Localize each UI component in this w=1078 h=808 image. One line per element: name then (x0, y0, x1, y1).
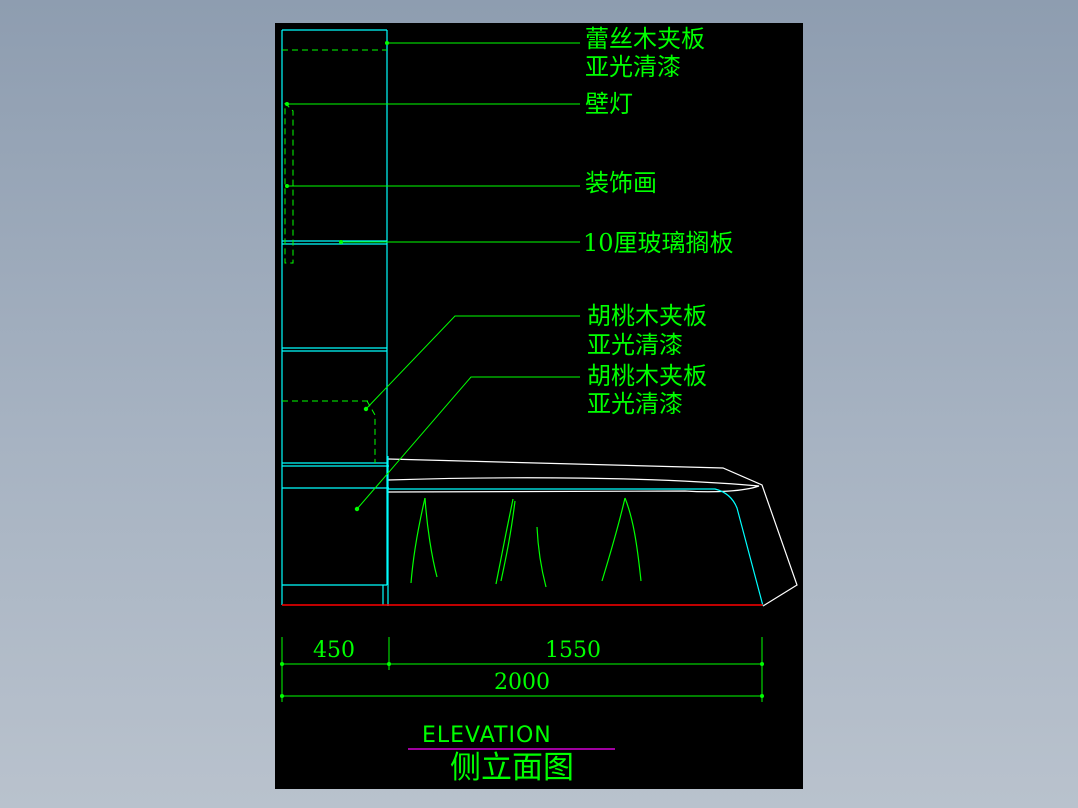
label-lace-wood-1: 蕾丝木夹板 (585, 25, 705, 53)
label-walnut-upper-2: 亚光清漆 (587, 331, 683, 359)
bed-skirt-folds (410, 497, 642, 588)
dimension-left: 450 (313, 638, 355, 663)
label-walnut-lower-1: 胡桃木夹板 (587, 362, 707, 390)
callout-labels: 蕾丝木夹板 亚光清漆 壁灯 装饰画 10厘玻璃搁板 胡桃木夹板 亚光清漆 胡桃木… (583, 25, 734, 418)
elevation-drawing: 蕾丝木夹板 亚光清漆 壁灯 装饰画 10厘玻璃搁板 胡桃木夹板 亚光清漆 胡桃木… (280, 25, 798, 786)
label-decorative-painting: 装饰画 (585, 169, 657, 197)
label-walnut-upper-1: 胡桃木夹板 (587, 302, 707, 330)
label-glass-shelf: 10厘玻璃搁板 (583, 229, 734, 257)
label-wall-lamp: 壁灯 (585, 90, 633, 118)
caption-chinese: 侧立面图 (450, 750, 574, 786)
label-walnut-lower-2: 亚光清漆 (587, 390, 683, 418)
dimension-right: 1550 (545, 638, 601, 663)
label-lace-wood-2: 亚光清漆 (585, 53, 681, 81)
cad-viewport: 蕾丝木夹板 亚光清漆 壁灯 装饰画 10厘玻璃搁板 胡桃木夹板 亚光清漆 胡桃木… (0, 0, 1078, 808)
bed (387, 456, 798, 607)
leader-lines (287, 42, 580, 510)
hidden-lines (282, 49, 387, 463)
wall-cabinet (281, 29, 389, 605)
drawing-canvas: 蕾丝木夹板 亚光清漆 壁灯 装饰画 10厘玻璃搁板 胡桃木夹板 亚光清漆 胡桃木… (275, 23, 803, 789)
leader-dots (285, 41, 389, 512)
dimension-total: 2000 (494, 670, 550, 695)
caption-english: ELEVATION (422, 723, 552, 748)
